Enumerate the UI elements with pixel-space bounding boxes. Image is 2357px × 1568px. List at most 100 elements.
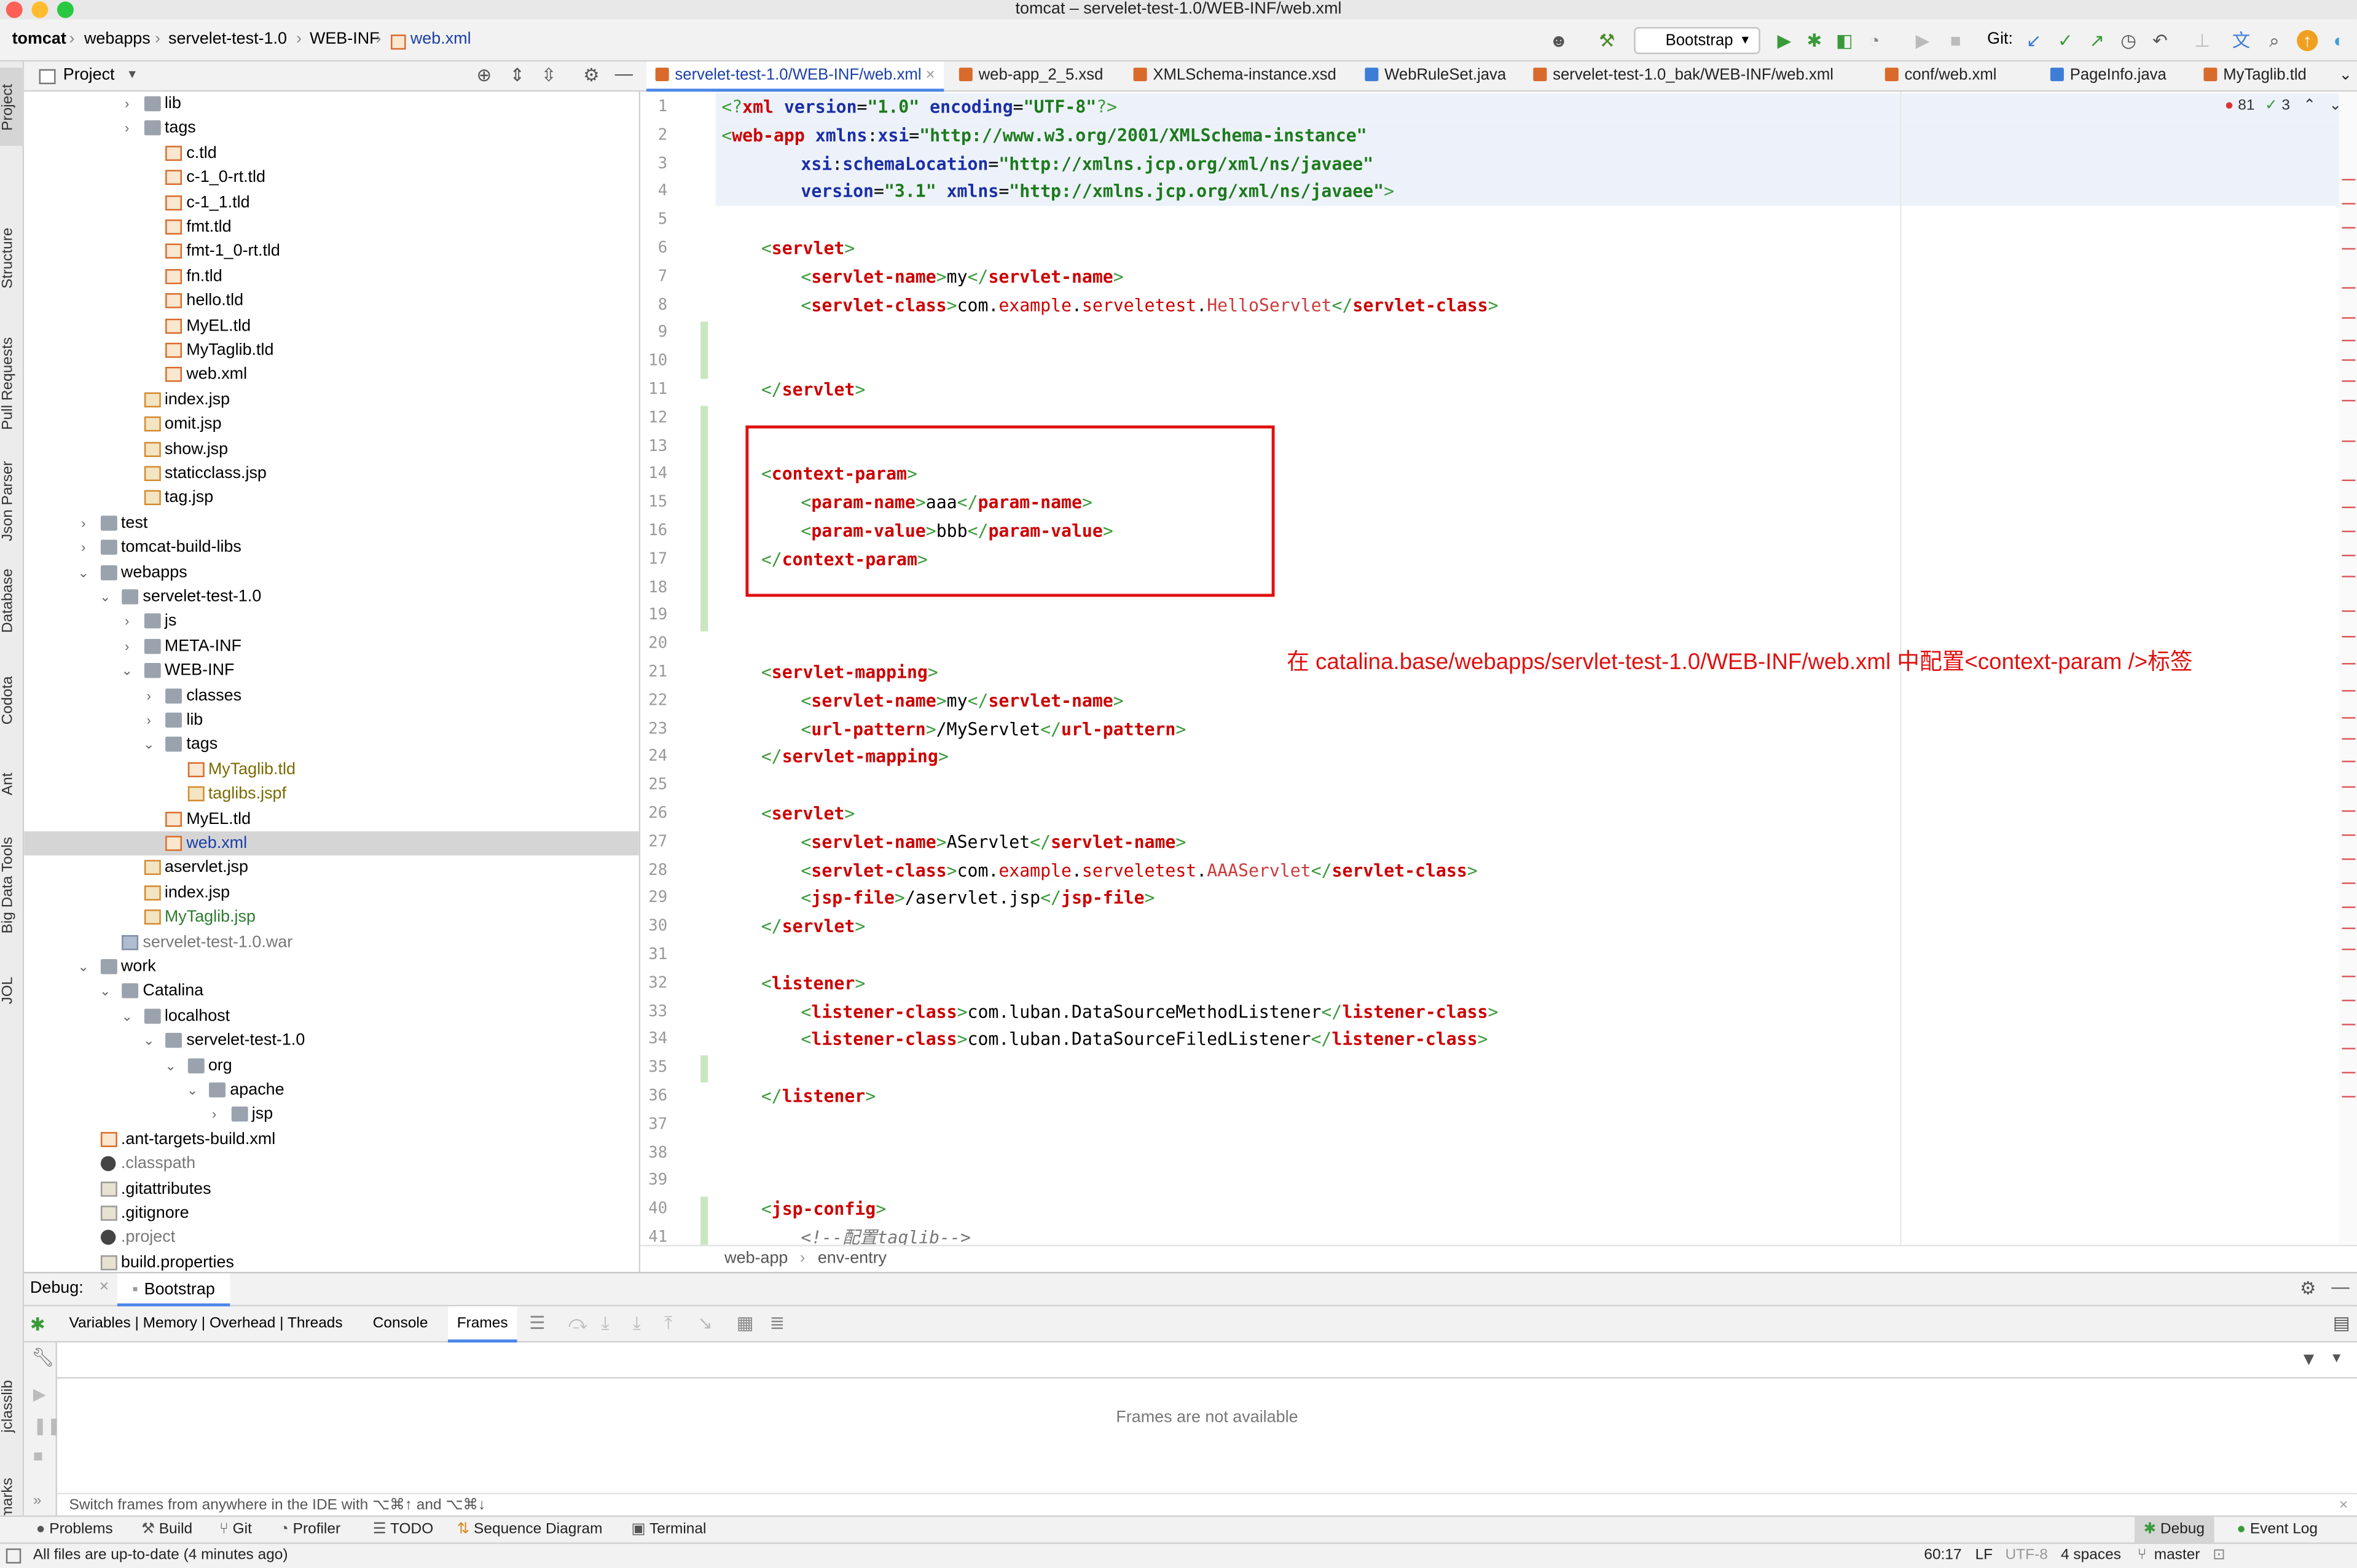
step-out-icon[interactable]: ⤒	[664, 1312, 672, 1335]
line-separator[interactable]: LF	[1975, 1544, 1993, 1568]
wrench-icon[interactable]: 🔧︎	[31, 1347, 54, 1368]
tree-item[interactable]: c.tld	[24, 141, 639, 166]
search-icon[interactable]: ⌕	[2264, 30, 2284, 51]
tool-git[interactable]: ⑂ Git	[219, 1517, 252, 1544]
code-line[interactable]	[715, 404, 721, 433]
tree-item[interactable]: c-1_1.tld	[24, 190, 639, 215]
tree-item[interactable]: › test	[24, 511, 639, 535]
editor-tab[interactable]: servelet-test-1.0_bak/WEB-INF/web.xml	[1524, 61, 1843, 92]
code-line[interactable]	[715, 319, 721, 348]
trace-icon[interactable]: ≣	[770, 1312, 785, 1333]
tree-item[interactable]: MyTaglib.tld	[24, 758, 639, 782]
tree-item[interactable]: MyEL.tld	[24, 313, 639, 338]
plugin-icon[interactable]: ◐	[2328, 30, 2349, 51]
stripe-tab-structure[interactable]: Structure	[0, 212, 24, 305]
run-configuration-select[interactable]: Bootstrap ▼	[1634, 27, 1760, 55]
chevron-down-icon[interactable]: ⌄	[119, 659, 134, 683]
code-line[interactable]	[715, 1054, 721, 1083]
editor-tab[interactable]: WebRuleSet.java	[1356, 61, 1515, 92]
code-line[interactable]: <web-app xmlns:xsi="http://www.w3.org/20…	[715, 121, 2339, 150]
stripe-tab-json-parser[interactable]: Json Parser	[0, 455, 24, 546]
error-marker[interactable]	[2342, 1048, 2356, 1049]
tool-windows-icon[interactable]	[6, 1548, 22, 1564]
chevron-right-icon[interactable]: ›	[76, 536, 91, 560]
code-line[interactable]: <listener-class>com.luban.DataSourceMeth…	[715, 998, 1498, 1026]
tree-item[interactable]: fmt.tld	[24, 215, 639, 240]
tool-profiler[interactable]: ◔ Profiler	[280, 1517, 340, 1544]
error-marker[interactable]	[2342, 738, 2356, 740]
stripe-tab-database[interactable]: Database	[0, 558, 24, 645]
chevron-down-icon[interactable]: ⌄	[98, 979, 112, 1003]
chevron-right-icon[interactable]: ›	[119, 634, 134, 658]
git-commit-icon[interactable]: ✓	[2055, 30, 2076, 51]
tree-item[interactable]: fn.tld	[24, 264, 639, 289]
error-marker[interactable]	[2342, 948, 2356, 951]
run-icon[interactable]: ▶	[1774, 30, 1795, 51]
stripe-tab-codota[interactable]: Codota	[0, 663, 24, 738]
error-stripe[interactable]	[2339, 92, 2357, 1245]
error-marker[interactable]	[2342, 203, 2356, 205]
gear-icon[interactable]: ⚙	[2300, 1278, 2316, 1299]
chevron-right-icon[interactable]: ›	[119, 610, 134, 633]
step-over-icon[interactable]: ⤼	[568, 1312, 587, 1335]
tree-item[interactable]: ⌄ webapps	[24, 560, 639, 585]
chevron-down-icon[interactable]: ⌄	[76, 955, 91, 979]
error-marker[interactable]	[2342, 663, 2356, 665]
error-marker[interactable]	[2342, 810, 2356, 812]
error-marker[interactable]	[2342, 786, 2356, 788]
tree-item[interactable]: MyEL.tld	[24, 807, 639, 831]
tree-item[interactable]: ⌄ tags	[24, 733, 639, 758]
code-line[interactable]: <servlet-name>my</servlet-name>	[715, 687, 1123, 715]
error-marker[interactable]	[2342, 1072, 2356, 1074]
code-line[interactable]	[715, 433, 721, 461]
tree-item[interactable]: .classpath	[24, 1152, 639, 1177]
chevron-down-icon[interactable]: ⌄	[119, 1004, 134, 1028]
menu-icon[interactable]: ☰	[529, 1312, 545, 1333]
tool-terminal[interactable]: ▣ Terminal	[631, 1517, 706, 1544]
chevron-down-icon[interactable]: ⌄	[141, 1029, 156, 1053]
error-marker[interactable]	[2342, 975, 2356, 978]
git-update-icon[interactable]: ↙	[2023, 30, 2044, 51]
code-line[interactable]: version="3.1" xmlns="http://xmlns.jcp.or…	[715, 178, 2339, 206]
editor-tab[interactable]: servelet-test-1.0/WEB-INF/web.xml ×	[646, 61, 944, 92]
chevron-right-icon[interactable]: ›	[119, 116, 134, 140]
error-marker[interactable]	[2342, 440, 2356, 442]
error-marker[interactable]	[2342, 717, 2356, 719]
breadcrumb-env-entry[interactable]: env-entry	[818, 1246, 887, 1272]
tree-item[interactable]: index.jsp	[24, 880, 639, 905]
stripe-tab-pull-requests[interactable]: Pull Requests	[0, 326, 24, 441]
chevron-down-icon[interactable]: ⌄	[185, 1078, 200, 1102]
stripe-tab-big-data-tools[interactable]: Big Data Tools	[0, 822, 24, 949]
tree-item[interactable]: web.xml	[24, 831, 639, 857]
tool-sequence-diagram[interactable]: ⇅ Sequence Diagram	[457, 1517, 603, 1544]
stripe-tab-project[interactable]: Project	[0, 68, 25, 146]
error-marker[interactable]	[2342, 227, 2356, 229]
build-hammer-icon[interactable]: ⚒	[1596, 30, 1617, 51]
translate-icon[interactable]: 文	[2230, 30, 2251, 51]
tree-item[interactable]: › js	[24, 610, 639, 634]
error-marker[interactable]	[2342, 248, 2356, 250]
tree-item[interactable]: .project	[24, 1226, 639, 1250]
code-line[interactable]: <servlet-name>AServlet</servlet-name>	[715, 828, 1186, 857]
tool-debug[interactable]: ✱ Debug	[2134, 1516, 2214, 1544]
tree-item[interactable]: ⌄ Catalina	[24, 979, 639, 1004]
code-line[interactable]	[715, 1139, 721, 1167]
tree-item[interactable]: ⌄ servelet-test-1.0	[24, 585, 639, 610]
tree-item[interactable]: ⌄ servelet-test-1.0	[24, 1029, 639, 1053]
layout-icon[interactable]: ▤	[2333, 1312, 2350, 1333]
tree-item[interactable]: c-1_0-rt.tld	[24, 166, 639, 190]
stop-icon[interactable]: ■	[1945, 30, 1966, 51]
chevron-down-icon[interactable]: ⌄	[2339, 61, 2353, 92]
run-to-cursor-icon[interactable]: ↘	[697, 1312, 713, 1333]
tree-item[interactable]: ⌄ apache	[24, 1078, 639, 1102]
tree-item[interactable]: › classes	[24, 683, 639, 708]
chevron-right-icon[interactable]: ›	[206, 1102, 221, 1126]
error-marker[interactable]	[2342, 610, 2356, 612]
breadcrumb-web-inf[interactable]: WEB-INF	[310, 30, 380, 48]
tree-item[interactable]: omit.jsp	[24, 412, 639, 437]
code-line[interactable]: </servlet>	[715, 376, 865, 404]
filter-icon[interactable]: ▼	[2300, 1349, 2318, 1370]
tree-item[interactable]: show.jsp	[24, 437, 639, 461]
gear-icon[interactable]: ⚙	[583, 65, 599, 85]
hide-panel-icon[interactable]: —	[2331, 1276, 2349, 1297]
